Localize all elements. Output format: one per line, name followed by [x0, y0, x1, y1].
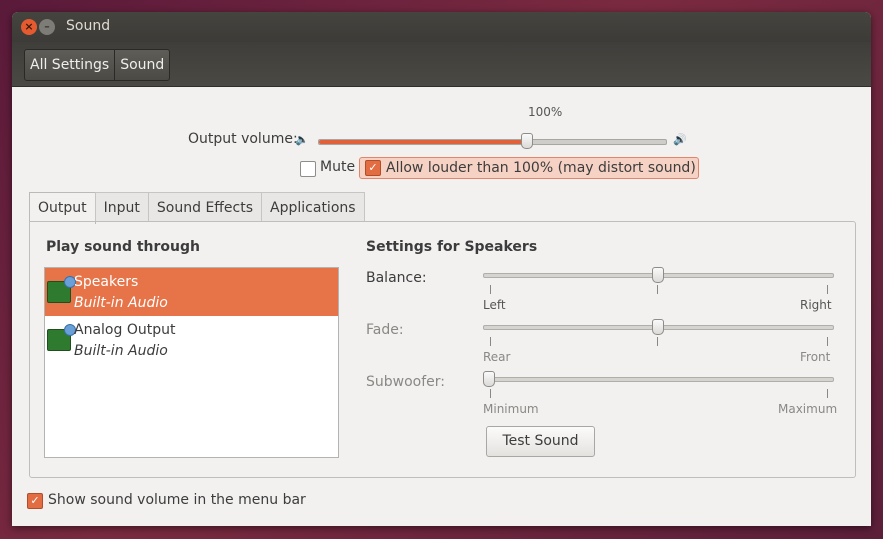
breadcrumb-all-settings[interactable]: All Settings [25, 50, 114, 80]
tab-bar: Output Input Sound Effects Applications [29, 192, 365, 224]
tab-sound-effects[interactable]: Sound Effects [147, 192, 263, 222]
fade-tick-right [827, 337, 828, 346]
subwoofer-min-label: Minimum [483, 402, 539, 416]
device-name: Analog Output [74, 322, 176, 338]
fade-front-label: Front [800, 350, 831, 364]
balance-right-label: Right [800, 298, 832, 312]
balance-tick-center [657, 285, 658, 294]
fade-knob[interactable] [652, 319, 664, 335]
device-name: Speakers [74, 274, 139, 290]
balance-label: Balance: [366, 270, 427, 286]
balance-tick-left [490, 285, 491, 294]
window-title: Sound [66, 18, 111, 34]
toolbar: All Settings Sound [12, 42, 871, 87]
balance-knob[interactable] [652, 267, 664, 283]
balance-tick-right [827, 285, 828, 294]
sound-settings-window: × – Sound All Settings Sound 100% Output… [12, 12, 871, 526]
tab-output[interactable]: Output [29, 192, 96, 224]
tab-applications[interactable]: Applications [261, 192, 365, 222]
speaker-high-icon: 🔊 [673, 133, 687, 146]
subwoofer-slider[interactable] [483, 377, 834, 382]
device-analog-output[interactable]: Analog Output Built-in Audio [45, 316, 338, 364]
fade-tick-center [657, 337, 658, 346]
device-list: Speakers Built-in Audio Analog Output Bu… [44, 267, 339, 458]
output-volume-label: Output volume: [188, 131, 298, 147]
subwoofer-label: Subwoofer: [366, 374, 445, 390]
subwoofer-max-label: Maximum [778, 402, 838, 416]
sound-card-icon [47, 324, 76, 351]
title-bar: × – Sound [12, 12, 871, 42]
allow-louder-label: Allow louder than 100% (may distort soun… [386, 160, 696, 176]
output-volume-slider[interactable] [318, 139, 667, 145]
fade-label: Fade: [366, 322, 404, 338]
minimize-icon[interactable]: – [39, 19, 55, 35]
breadcrumb: All Settings Sound [24, 49, 171, 81]
subwoofer-tick-right [827, 389, 828, 398]
volume-percent-label: 100% [528, 105, 563, 119]
balance-left-label: Left [483, 298, 506, 312]
fade-tick-left [490, 337, 491, 346]
device-speakers[interactable]: Speakers Built-in Audio [45, 268, 338, 316]
settings-title: Settings for Speakers [366, 239, 538, 255]
fade-rear-label: Rear [483, 350, 511, 364]
allow-louder-checkbox[interactable]: ✓ [365, 160, 381, 176]
test-sound-button[interactable]: Test Sound [486, 426, 595, 457]
subwoofer-tick-left [490, 389, 491, 398]
play-through-title: Play sound through [46, 239, 200, 255]
output-volume-knob[interactable] [521, 133, 533, 149]
subwoofer-knob[interactable] [483, 371, 495, 387]
tab-input[interactable]: Input [94, 192, 149, 222]
menu-bar-volume-checkbox[interactable]: ✓ [27, 493, 43, 509]
breadcrumb-sound[interactable]: Sound [114, 50, 169, 80]
menu-bar-volume-label: Show sound volume in the menu bar [48, 492, 306, 508]
device-subtitle: Built-in Audio [74, 343, 168, 359]
speaker-low-icon: 🔈 [295, 133, 309, 146]
close-icon[interactable]: × [21, 19, 37, 35]
output-volume-fill [319, 140, 527, 144]
mute-label: Mute [320, 159, 356, 175]
device-subtitle: Built-in Audio [74, 295, 168, 311]
mute-checkbox[interactable] [300, 161, 316, 177]
sound-card-icon [47, 276, 76, 303]
allow-louder-option[interactable]: ✓ Allow louder than 100% (may distort so… [359, 157, 699, 179]
